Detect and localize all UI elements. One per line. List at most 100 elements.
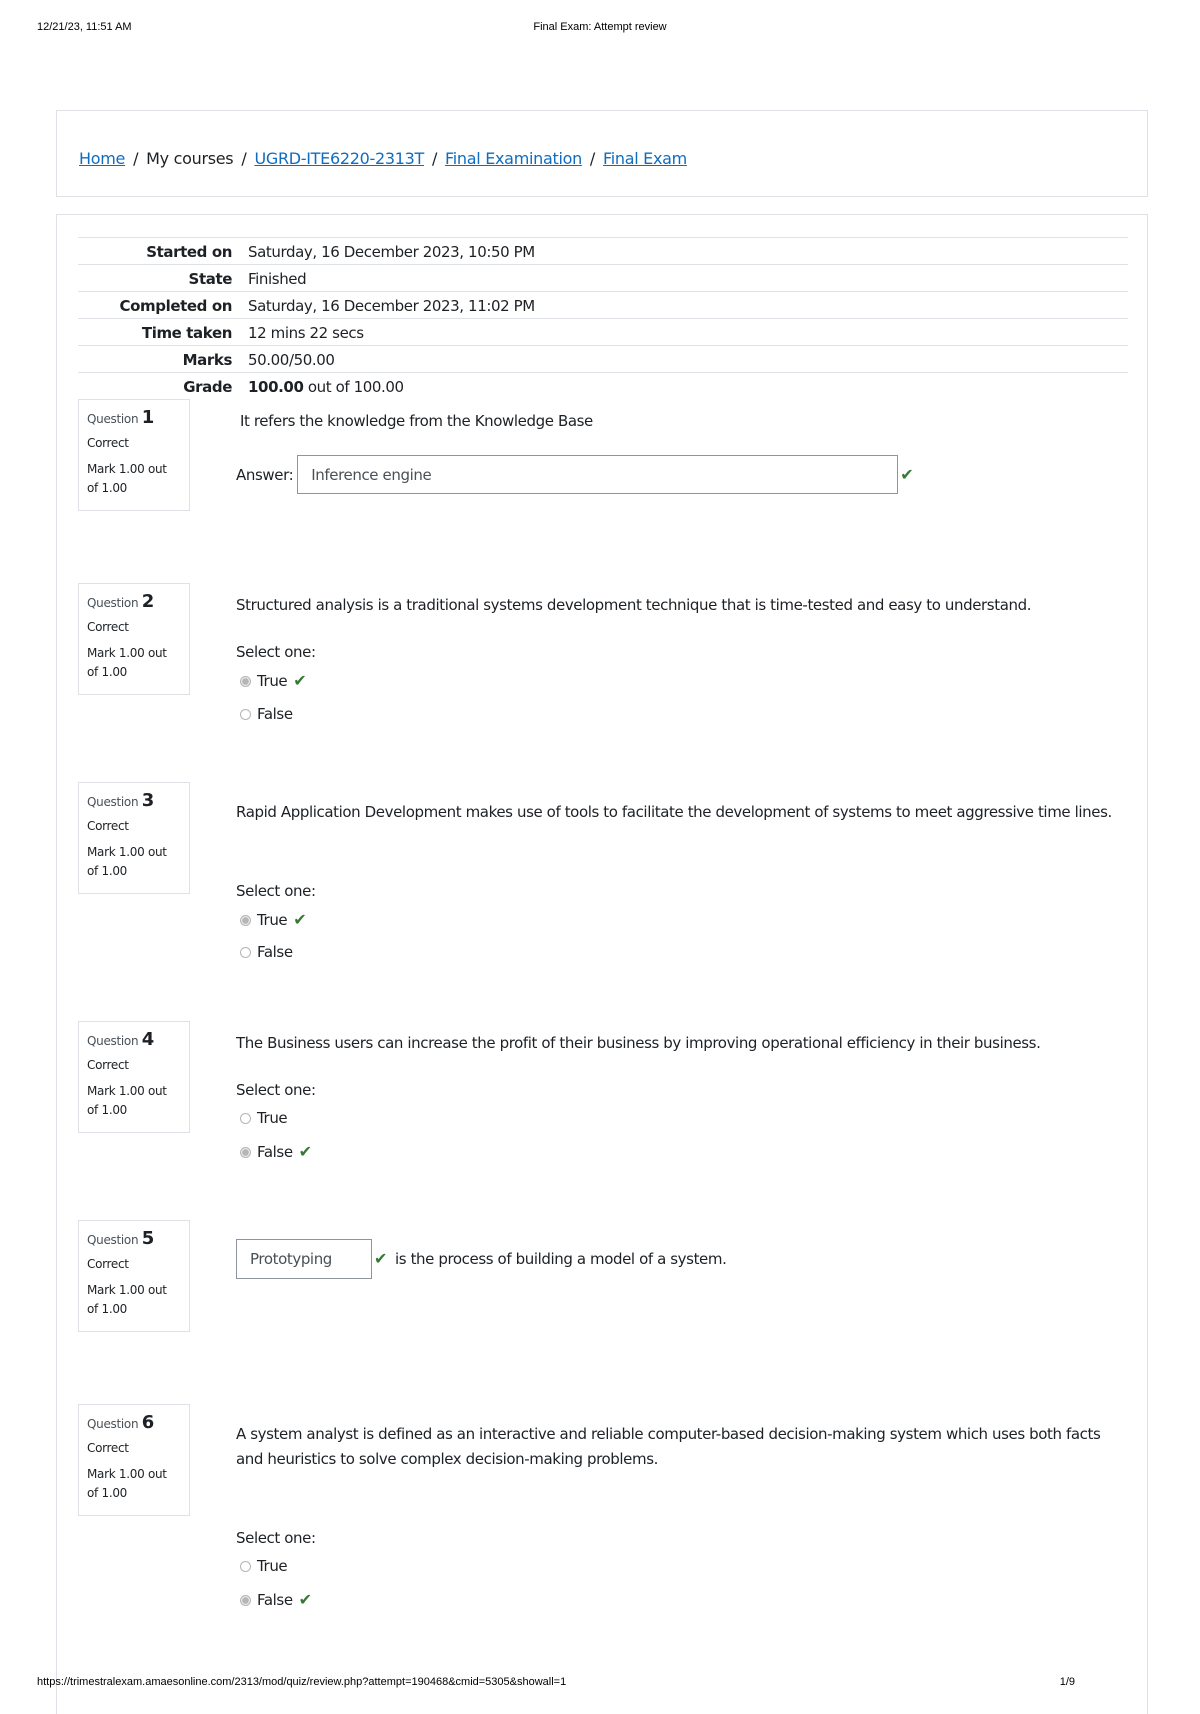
option-true[interactable]: True xyxy=(240,1557,288,1575)
grade-out-of: out of 100.00 xyxy=(303,377,404,396)
attempt-review-card: Started on Saturday, 16 December 2023, 1… xyxy=(56,214,1148,1714)
radio-button[interactable] xyxy=(240,1594,251,1606)
question-state: Correct xyxy=(87,1441,129,1455)
question-text: Structured analysis is a traditional sys… xyxy=(236,596,1032,614)
question-text: is the process of building a model of a … xyxy=(395,1250,727,1268)
question-state: Correct xyxy=(87,620,129,634)
option-label: False xyxy=(257,943,293,961)
breadcrumb-my-courses: My courses xyxy=(146,149,234,168)
grade-value: 100.00 xyxy=(248,377,304,396)
breadcrumb: Home / My courses / UGRD-ITE6220-2313T / Final… xyxy=(79,149,687,168)
question-label: Question xyxy=(87,596,139,610)
option-label: True xyxy=(257,911,288,929)
question-info: Question 3 Correct Mark 1.00 out of 1.00 xyxy=(78,782,190,894)
print-footer: https://trimestralexam.amaesonline.com/2… xyxy=(0,1676,1200,1690)
answer-row: Answer: Inference engine ✔ xyxy=(236,455,914,494)
question-label: Question xyxy=(87,795,139,809)
question-state: Correct xyxy=(87,1058,129,1072)
question-number: 5 xyxy=(141,1228,155,1249)
option-true[interactable]: True xyxy=(240,1109,288,1127)
summary-label: Started on xyxy=(146,242,232,261)
question-number: 2 xyxy=(141,591,155,612)
breadcrumb-course[interactable]: UGRD-ITE6220-2313T xyxy=(254,149,424,168)
breadcrumb-home[interactable]: Home xyxy=(79,149,125,168)
print-page-number: 1/9 xyxy=(1059,1676,1075,1688)
question-mark: Mark 1.00 out of 1.00 xyxy=(87,646,167,679)
breadcrumb-final-examination[interactable]: Final Examination xyxy=(445,149,582,168)
summary-row-completed: Completed on Saturday, 16 December 2023,… xyxy=(78,291,1128,319)
question-number: 1 xyxy=(141,407,155,428)
attempt-summary-table: Started on Saturday, 16 December 2023, 1… xyxy=(78,237,1128,399)
correct-check-icon: ✔ xyxy=(293,671,307,690)
correct-check-icon: ✔ xyxy=(293,910,307,929)
print-title: Final Exam: Attempt review xyxy=(533,21,667,33)
summary-label: Time taken xyxy=(141,323,233,342)
summary-value: Saturday, 16 December 2023, 11:02 PM xyxy=(248,296,535,315)
breadcrumb-final-exam[interactable]: Final Exam xyxy=(603,149,687,168)
question-info: Question 6 Correct Mark 1.00 out of 1.00 xyxy=(78,1404,190,1516)
radio-button[interactable] xyxy=(240,1146,251,1158)
question-info: Question 2 Correct Mark 1.00 out of 1.00 xyxy=(78,583,190,695)
question-label: Question xyxy=(87,1034,139,1048)
summary-value: Saturday, 16 December 2023, 10:50 PM xyxy=(248,242,535,261)
question-text: A system analyst is defined as an intera… xyxy=(236,1425,1101,1468)
question-mark: Mark 1.00 out of 1.00 xyxy=(87,1084,167,1117)
print-header: 12/21/23, 11:51 AM Final Exam: Attempt r… xyxy=(0,21,1200,35)
option-false[interactable]: False ✔ xyxy=(240,1143,312,1161)
print-url: https://trimestralexam.amaesonline.com/2… xyxy=(37,1676,567,1688)
option-false[interactable]: False ✔ xyxy=(240,1591,312,1609)
summary-row-time-taken: Time taken 12 mins 22 secs xyxy=(78,318,1128,346)
option-label: False xyxy=(257,1591,293,1609)
select-one-prompt: Select one: xyxy=(236,643,316,661)
summary-value: 12 mins 22 secs xyxy=(248,323,364,342)
option-label: False xyxy=(257,705,293,723)
summary-value: 100.00 out of 100.00 xyxy=(248,373,1128,400)
summary-label: Grade xyxy=(183,377,232,396)
summary-value: 50.00/50.00 xyxy=(248,350,335,369)
question-label: Question xyxy=(87,1233,139,1247)
summary-label: State xyxy=(188,269,233,288)
question-text: The Business users can increase the prof… xyxy=(236,1034,1041,1052)
question-mark: Mark 1.00 out of 1.00 xyxy=(87,462,167,495)
radio-button[interactable] xyxy=(240,708,251,720)
select-one-prompt: Select one: xyxy=(236,882,316,900)
option-false[interactable]: False xyxy=(240,943,293,961)
option-label: True xyxy=(257,672,288,690)
answer-input[interactable]: Prototyping xyxy=(236,1239,372,1279)
question-state: Correct xyxy=(87,819,129,833)
radio-button[interactable] xyxy=(240,1112,251,1124)
breadcrumb-separator: / xyxy=(241,149,247,168)
summary-label: Completed on xyxy=(119,296,233,315)
select-one-prompt: Select one: xyxy=(236,1081,316,1099)
answer-input[interactable]: Inference engine xyxy=(297,455,899,494)
option-label: True xyxy=(257,1557,288,1575)
option-label: True xyxy=(257,1109,288,1127)
question-text: It refers the knowledge from the Knowled… xyxy=(240,412,593,430)
option-label: False xyxy=(257,1143,293,1161)
summary-label: Marks xyxy=(182,350,233,369)
breadcrumb-separator: / xyxy=(133,149,139,168)
question-info: Question 1 Correct Mark 1.00 out of 1.00 xyxy=(78,399,190,511)
option-false[interactable]: False xyxy=(240,705,293,723)
correct-check-icon: ✔ xyxy=(298,1590,312,1609)
correct-check-icon: ✔ xyxy=(374,1249,388,1268)
breadcrumb-separator: / xyxy=(589,149,596,168)
summary-row-marks: Marks 50.00/50.00 xyxy=(78,345,1128,373)
radio-button[interactable] xyxy=(240,1560,251,1572)
summary-row-grade: Grade 100.00 out of 100.00 xyxy=(78,372,1128,400)
question-state: Correct xyxy=(87,1257,129,1271)
option-true[interactable]: True ✔ xyxy=(240,671,307,690)
correct-check-icon: ✔ xyxy=(900,464,914,484)
question-number: 4 xyxy=(141,1029,155,1050)
radio-button[interactable] xyxy=(240,675,251,687)
radio-button[interactable] xyxy=(240,946,251,958)
breadcrumb-separator: / xyxy=(431,149,438,168)
question-mark: Mark 1.00 out of 1.00 xyxy=(87,1283,167,1316)
radio-button[interactable] xyxy=(240,914,251,926)
option-true[interactable]: True ✔ xyxy=(240,910,307,929)
question-mark: Mark 1.00 out of 1.00 xyxy=(87,1467,167,1500)
question-text: Rapid Application Development makes use … xyxy=(236,803,1112,821)
fill-blank-row: Prototyping ✔ is the process of building… xyxy=(236,1239,727,1279)
question-mark: Mark 1.00 out of 1.00 xyxy=(87,845,167,878)
summary-row-started: Started on Saturday, 16 December 2023, 1… xyxy=(78,237,1128,265)
